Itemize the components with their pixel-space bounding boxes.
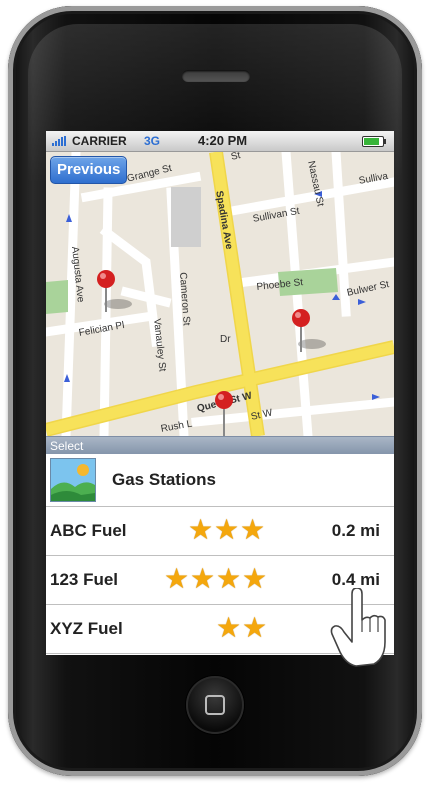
station-name: ABC Fuel xyxy=(50,521,127,540)
street-label: St xyxy=(230,152,242,163)
previous-button[interactable]: Previous xyxy=(50,156,128,184)
star-icon: ★ xyxy=(190,563,216,594)
carrier-label: CARRIER xyxy=(72,134,127,148)
station-distance: 0.4 mi xyxy=(331,570,380,589)
network-label: 3G xyxy=(144,134,161,148)
star-rating: ★ ★ ★ xyxy=(188,514,266,545)
star-icon: ★ xyxy=(242,612,268,643)
list-item[interactable]: ABC Fuel ★ ★ ★ 0.2 mi xyxy=(46,507,394,556)
star-icon: ★ xyxy=(240,514,266,545)
home-button-icon xyxy=(205,695,225,715)
signal-icon xyxy=(52,136,66,146)
star-icon: ★ xyxy=(216,612,242,643)
landscape-image-icon xyxy=(50,458,96,502)
status-bar: CARRIER 3G 4:20 PM xyxy=(46,131,394,152)
star-rating: ★ ★ xyxy=(216,612,268,643)
category-label: Gas Stations xyxy=(112,470,216,489)
battery-icon xyxy=(362,136,386,147)
earpiece-speaker xyxy=(182,70,250,82)
phone-screen: CARRIER 3G 4:20 PM Spadina Ave Cameron S… xyxy=(46,131,394,655)
star-icon: ★ xyxy=(214,514,240,545)
star-icon: ★ xyxy=(216,563,242,594)
map-view[interactable]: Spadina Ave Cameron St Queen St W Sulliv… xyxy=(46,152,394,436)
clock: 4:20 PM xyxy=(198,133,248,148)
star-rating: ★ ★ ★ ★ xyxy=(164,563,268,594)
station-name: XYZ Fuel xyxy=(50,619,123,638)
street-label: Dr xyxy=(220,334,231,345)
star-icon: ★ xyxy=(188,514,214,545)
hand-cursor-icon xyxy=(330,588,386,667)
star-icon: ★ xyxy=(242,563,268,594)
list-header: Select xyxy=(46,436,394,454)
battery-level xyxy=(364,138,379,145)
star-icon: ★ xyxy=(164,563,190,594)
station-name: 123 Fuel xyxy=(50,570,119,589)
category-row-gas-stations[interactable]: Gas Stations xyxy=(46,454,394,507)
station-distance: 0.2 mi xyxy=(331,521,380,540)
